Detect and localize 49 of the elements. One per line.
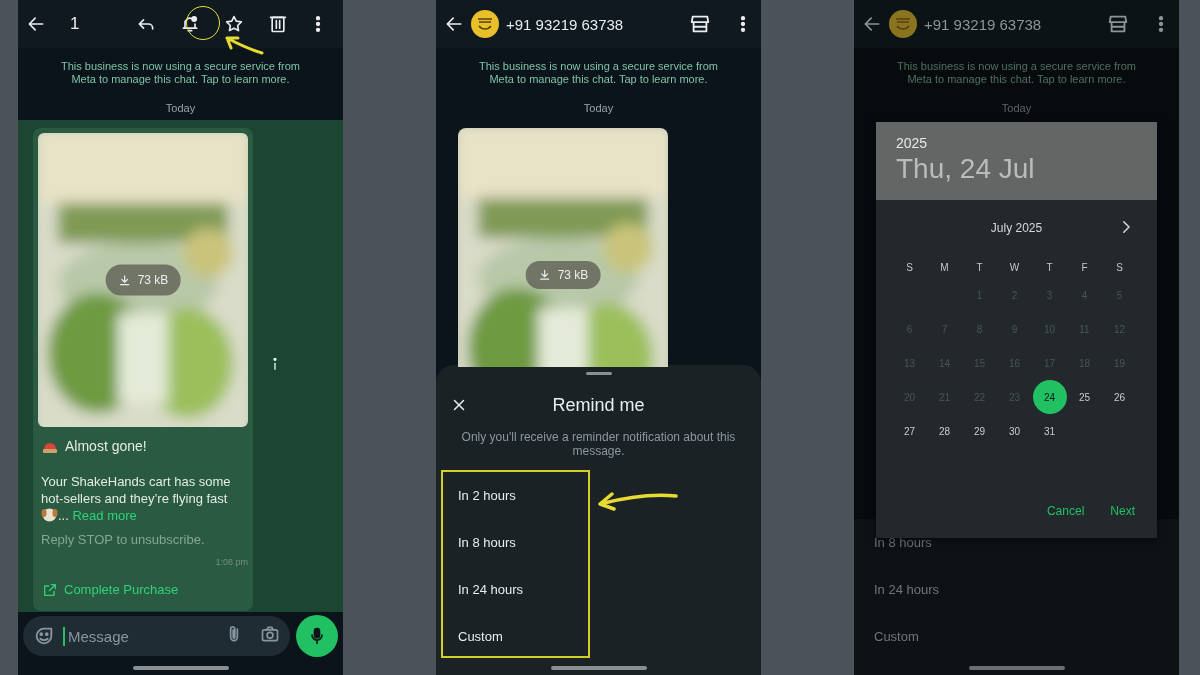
download-button[interactable]: 73 kB: [525, 261, 601, 289]
calendar-day[interactable]: 25: [1067, 380, 1102, 414]
business-notice[interactable]: This business is now using a secure service from Meta to manage this chat. Tap to learn more.: [55, 60, 306, 86]
date-divider: Today: [583, 102, 614, 114]
weekday-label: M: [940, 261, 949, 273]
calendar-day[interactable]: 26: [1102, 380, 1137, 414]
selected-year[interactable]: 2025: [896, 135, 1137, 151]
message-field[interactable]: Message: [63, 626, 216, 646]
reminder-option[interactable]: In 24 hours: [436, 566, 761, 613]
weekday-label: T: [976, 261, 983, 273]
calendar-day[interactable]: 31: [1032, 414, 1067, 448]
message-text: Your ShakeHands cart has some hot-sellers and they’re flying fast ... Read more: [41, 473, 232, 524]
message-title: Almost gone!: [65, 437, 147, 455]
weekday-label: W: [1009, 261, 1020, 273]
reminder-option[interactable]: In 24 hours: [874, 582, 940, 597]
message-field[interactable]: Message: [23, 616, 290, 656]
dialog-button[interactable]: Cancel: [1040, 500, 1091, 522]
selected-date: Thu, 24 Jul: [896, 153, 1036, 185]
contact-name[interactable]: +91 93219 63738: [924, 15, 1042, 33]
reminder-option[interactable]: In 8 hours: [874, 535, 932, 550]
weekday-label: T: [1046, 261, 1053, 273]
reminder-option[interactable]: In 2 hours: [436, 472, 761, 519]
dialog-button[interactable]: Next: [1104, 500, 1141, 522]
calendar-day[interactable]: 29: [962, 414, 997, 448]
date-divider: Today: [165, 102, 196, 114]
weekday-label: S: [1116, 261, 1123, 273]
date-divider: Today: [1001, 102, 1032, 114]
message-bubble[interactable]: 73 kB Almost gone! Your ShakeHands cart has some hot-sellers and they’re flying fast ... Read more Reply STOP to unsubscribe. 1:08 pm Complete Purchase: [33, 128, 253, 611]
weekday-label: F: [1081, 261, 1088, 273]
sheet-description: Only you'll receive a reminder notification about this message.: [460, 430, 737, 458]
download-button[interactable]: 73 kB: [105, 264, 181, 296]
read-more-link[interactable]: Read more: [72, 508, 137, 523]
selected-count: 1: [70, 14, 80, 34]
weekday-label: S: [906, 261, 913, 273]
message-time: 1:08 pm: [214, 556, 248, 569]
contact-name[interactable]: +91 93219 63738: [506, 15, 624, 33]
month-label: July 2025: [990, 221, 1043, 235]
calendar-day[interactable]: 24: [1032, 380, 1067, 414]
calendar-day[interactable]: 28: [927, 414, 962, 448]
business-notice[interactable]: This business is now using a secure service from Meta to manage this chat. Tap to learn more.: [891, 60, 1142, 86]
calendar-day[interactable]: 27: [892, 414, 927, 448]
reminder-option[interactable]: Custom: [874, 629, 919, 644]
calendar-day[interactable]: 30: [997, 414, 1032, 448]
sheet-title: Remind me: [551, 394, 646, 416]
reminder-option[interactable]: In 8 hours: [436, 519, 761, 566]
business-notice[interactable]: This business is now using a secure service from Meta to manage this chat. Tap to learn more.: [473, 60, 724, 86]
unsubscribe-note: Reply STOP to unsubscribe.: [41, 531, 206, 548]
reminder-option[interactable]: Custom: [436, 613, 761, 660]
complete-purchase-button[interactable]: Complete Purchase: [38, 577, 183, 602]
